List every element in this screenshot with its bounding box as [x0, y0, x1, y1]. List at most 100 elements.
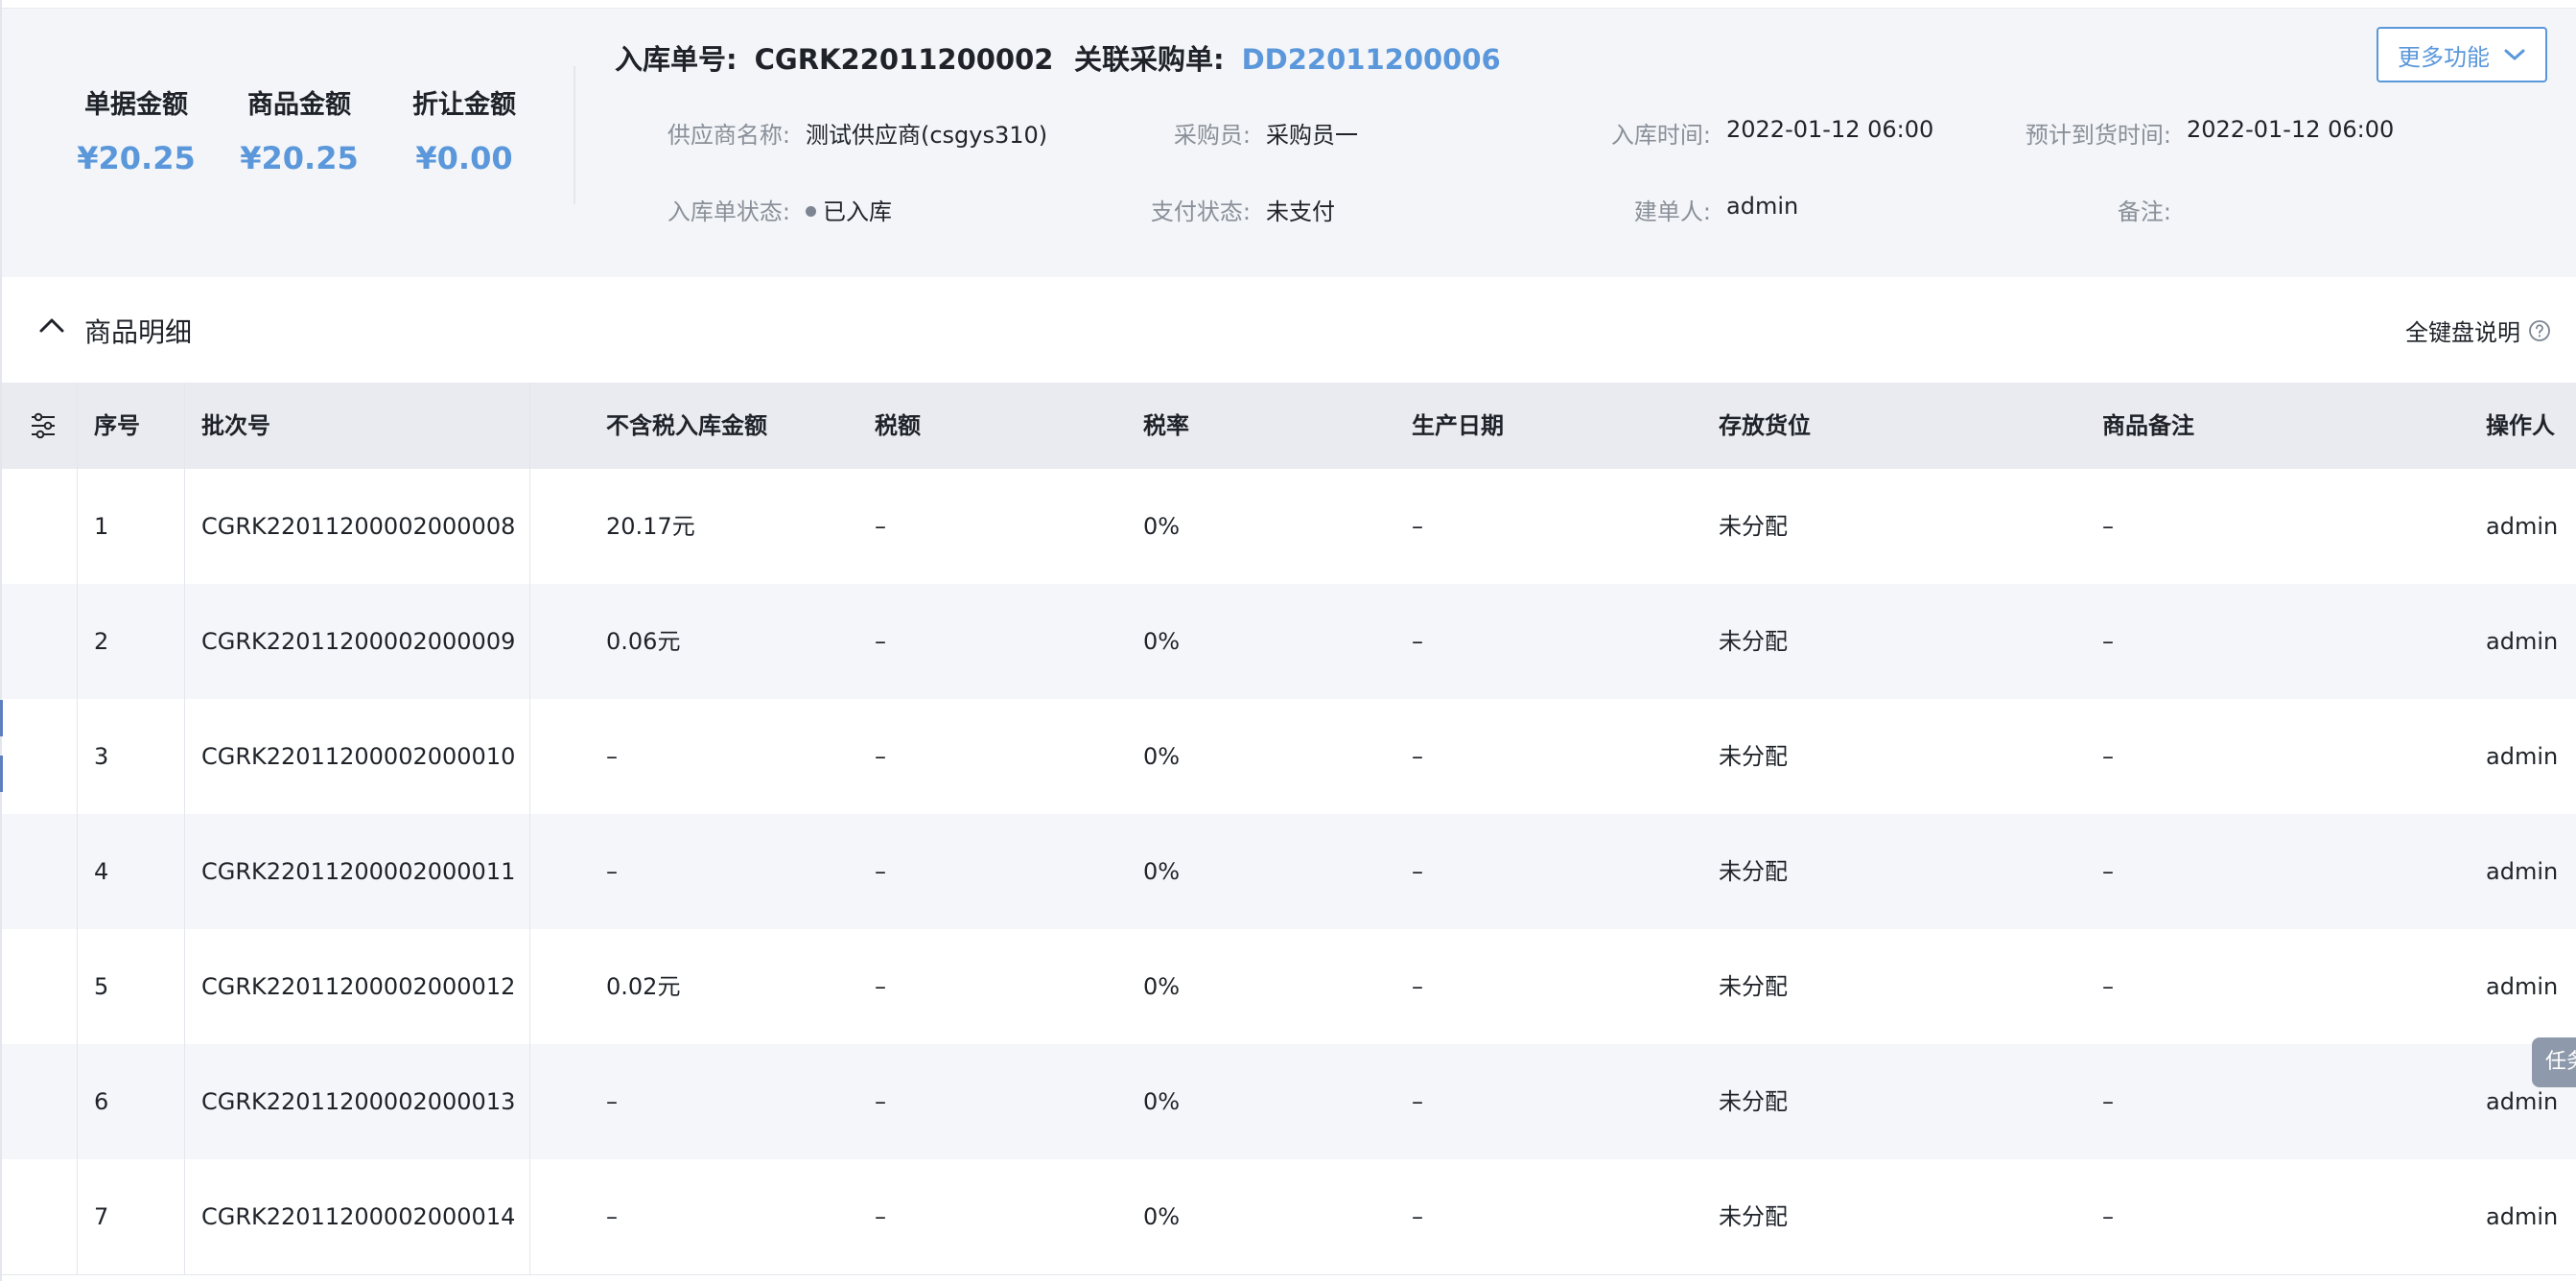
column-divider [77, 383, 78, 1274]
cell-goods-remark: – [2102, 628, 2114, 655]
cell-goods-remark: – [2102, 1203, 2114, 1230]
creator-value: admin [1726, 193, 1799, 220]
creator-label: 建单人: [1633, 198, 1711, 225]
column-divider [529, 383, 530, 1274]
related-po-label: 关联采购单: [1074, 43, 1225, 76]
table-row[interactable]: 4 CGRK22011200002000011 – – 0% – 未分配 – admin [2, 814, 2576, 929]
cell-tax: – [875, 1203, 886, 1230]
cell-goods-remark: – [2102, 1088, 2114, 1115]
cell-tax-rate: 0% [1143, 1088, 1181, 1115]
doc-amount-value: ¥20.25 [77, 140, 196, 176]
table-row[interactable]: 6 CGRK22011200002000013– –0% – 未分配 – admin [2, 1044, 2576, 1159]
chevron-up-icon[interactable] [38, 315, 65, 335]
table-row[interactable]: 3 CGRK22011200002000010 – – 0% – 未分配 – admin [2, 699, 2576, 814]
status-dot [806, 206, 816, 217]
status-badge: 已入库 [806, 193, 892, 226]
goods-detail-section: 商品明细 全键盘说明 [2, 277, 2576, 383]
cell-tax: – [875, 973, 886, 1000]
receipt-number-label: 入库单号: [615, 43, 738, 76]
header-divider [574, 66, 575, 204]
cell-production-date: – [1412, 1203, 1423, 1230]
cell-production-date: – [1412, 513, 1423, 540]
doc-amount: 单据金额 ¥20.25 [59, 83, 213, 176]
table-bottom-border [2, 1274, 2576, 1275]
goods-amount: 商品金额 ¥20.25 [222, 83, 376, 176]
cell-operator: admin [2486, 973, 2559, 1000]
sliders-icon[interactable] [29, 411, 58, 440]
cell-batch-no: CGRK22011200002000009 [201, 628, 516, 655]
cell-goods-remark: – [2102, 858, 2114, 885]
cell-goods-remark: – [2102, 743, 2114, 770]
chevron-down-icon [2504, 49, 2525, 60]
cell-batch-no: CGRK22011200002000010 [201, 743, 516, 770]
table-row[interactable]: 7 CGRK22011200002000014 – – 0% – 未分配 – admin [2, 1159, 2576, 1274]
cell-batch-no: CGRK22011200002000014 [201, 1203, 516, 1230]
table-row[interactable]: 2 CGRK22011200002000009 0.06元 – 0% – 未分配 – admin [2, 584, 2576, 699]
cell-operator: admin [2486, 743, 2559, 770]
in-time-value: 2022-01-12 06:00 [1726, 116, 1934, 143]
column-divider [184, 383, 185, 1274]
more-functions-label: 更多功能 [2398, 43, 2490, 71]
cell-production-date: – [1412, 743, 1423, 770]
cell-tax-rate: 0% [1143, 1203, 1181, 1230]
remark-label: 备注: [2117, 198, 2171, 225]
discount-amount-value: ¥0.00 [415, 140, 513, 176]
discount-amount: 折让金额 ¥0.00 [387, 83, 541, 176]
buyer-value: 采购员一 [1266, 122, 1358, 149]
receipt-number: 入库单号: CGRK22011200002 [615, 37, 1053, 78]
cell-index: 6 [94, 1088, 109, 1115]
cell-index: 1 [94, 513, 109, 540]
cell-amount-ex-tax: – [606, 858, 618, 885]
cell-tax: – [875, 858, 886, 885]
cell-amount-ex-tax: – [606, 1088, 618, 1115]
task-tab[interactable]: 任务 [2532, 1037, 2576, 1087]
header-col-batch-no[interactable]: 批次号 [201, 383, 270, 469]
header-col-amount-ex-tax[interactable]: 不含税入库金额 [606, 383, 767, 469]
related-po-link[interactable]: DD22011200006 [1242, 43, 1501, 76]
cell-batch-no: CGRK22011200002000008 [201, 513, 516, 540]
cell-storage-location: 未分配 [1719, 1088, 1788, 1115]
cell-index: 4 [94, 858, 109, 885]
keyboard-help-link[interactable]: 全键盘说明 [2405, 314, 2551, 347]
supplier-value: 测试供应商(csgys310) [806, 122, 1048, 149]
related-po: 关联采购单: DD22011200006 [1074, 37, 1501, 78]
cell-amount-ex-tax: – [606, 743, 618, 770]
goods-amount-value: ¥20.25 [240, 140, 359, 176]
cell-tax-rate: 0% [1143, 628, 1181, 655]
cell-storage-location: 未分配 [1719, 743, 1788, 770]
more-functions-button[interactable]: 更多功能 [2377, 27, 2547, 82]
header-col-index[interactable]: 序号 [94, 383, 140, 469]
table-header: 序号 批次号 不含税入库金额 税额 税率 生产日期 存放货位 商品备注 操作人 [2, 383, 2576, 469]
header-col-tax[interactable]: 税额 [875, 383, 921, 469]
receipt-number-value: CGRK22011200002 [754, 43, 1054, 76]
header-col-goods-remark[interactable]: 商品备注 [2102, 383, 2194, 469]
cell-tax-rate: 0% [1143, 858, 1181, 885]
cell-goods-remark: – [2102, 513, 2114, 540]
cell-tax-rate: 0% [1143, 513, 1181, 540]
table-row[interactable]: 5 CGRK22011200002000012 0.02元 – 0% – 未分配 – admin [2, 929, 2576, 1044]
status-label: 入库单状态: [667, 198, 790, 225]
cell-operator: admin [2486, 858, 2559, 885]
cell-operator: admin [2486, 513, 2559, 540]
cell-tax: – [875, 743, 886, 770]
header-col-operator[interactable]: 操作人 [2486, 383, 2555, 469]
header-col-production-date[interactable]: 生产日期 [1412, 383, 1504, 469]
eta-value: 2022-01-12 06:00 [2187, 116, 2395, 143]
discount-amount-label: 折让金额 [412, 90, 516, 120]
cell-amount-ex-tax: – [606, 1203, 618, 1230]
receipt-header: 单据金额 ¥20.25 商品金额 ¥20.25 折让金额 ¥0.00 入库单号:… [2, 8, 2576, 278]
table-row[interactable]: 1 CGRK22011200002000008 20.17元 – 0% – 未分配 – admi… [2, 469, 2576, 584]
cell-amount-ex-tax: 0.02元 [606, 973, 681, 1000]
header-col-storage-location[interactable]: 存放货位 [1719, 383, 1811, 469]
cell-index: 5 [94, 973, 109, 1000]
cell-goods-remark: – [2102, 973, 2114, 1000]
cell-index: 2 [94, 628, 109, 655]
cell-operator: admin [2486, 1203, 2559, 1230]
cell-storage-location: 未分配 [1719, 628, 1788, 655]
cell-operator: admin [2486, 628, 2559, 655]
cell-production-date: – [1412, 858, 1423, 885]
cell-tax: – [875, 1088, 886, 1115]
cell-index: 7 [94, 1203, 109, 1230]
header-col-tax-rate[interactable]: 税率 [1143, 383, 1189, 469]
cell-storage-location: 未分配 [1719, 973, 1788, 1000]
